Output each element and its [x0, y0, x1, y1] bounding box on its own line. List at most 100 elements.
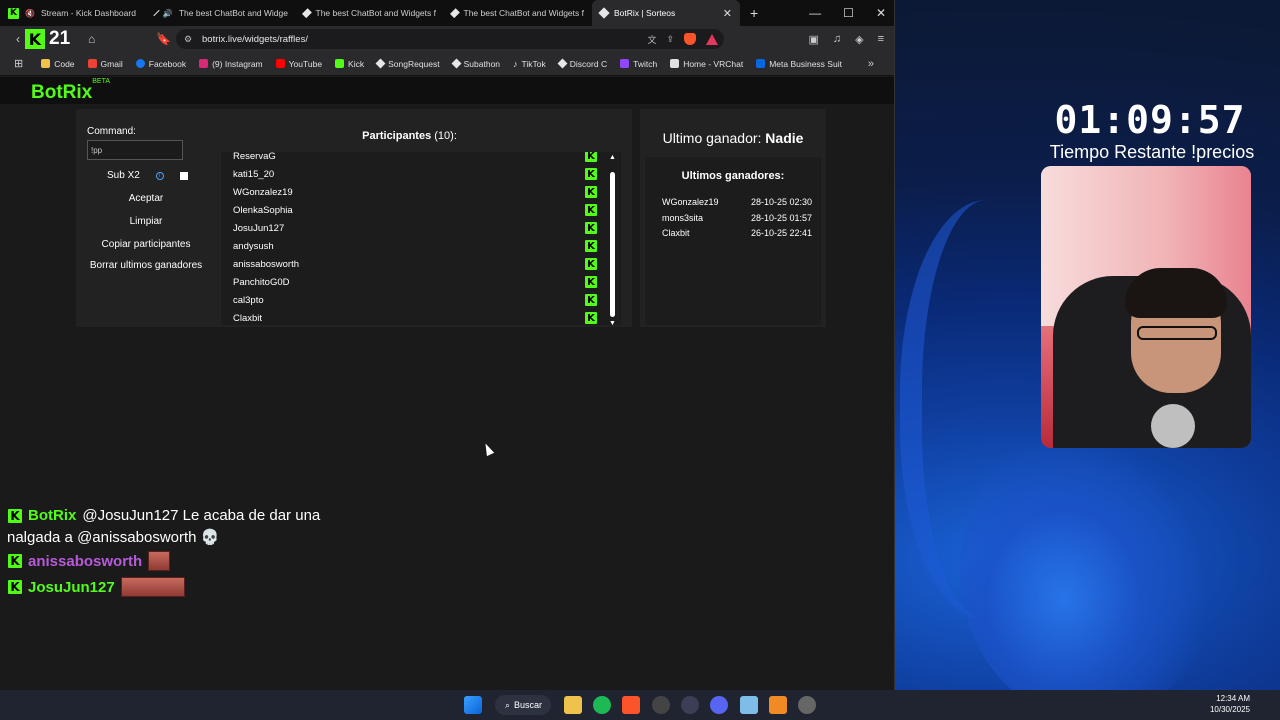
- bookmark-vrchat[interactable]: Home - VRChat: [670, 59, 743, 69]
- sidebar-icon[interactable]: ▣: [808, 33, 818, 46]
- app-icon[interactable]: [681, 696, 699, 714]
- close-window-icon[interactable]: ✕: [876, 6, 886, 20]
- brave-icon[interactable]: [622, 696, 640, 714]
- tab-label: The best ChatBot and Widgets f: [315, 8, 436, 18]
- bookmark-instagram[interactable]: (9) Instagram: [199, 59, 263, 69]
- participant-row: WGonzalez19 K: [221, 183, 621, 201]
- scroll-thumb[interactable]: [610, 172, 615, 317]
- tab-kick-dashboard[interactable]: K 🔇 Stream - Kick Dashboard: [0, 0, 148, 26]
- spotify-icon[interactable]: [593, 696, 611, 714]
- delete-winners-button[interactable]: Borrar ultimos ganadores: [87, 260, 205, 271]
- menu-icon[interactable]: ≡: [878, 33, 884, 46]
- address-bar[interactable]: ⚙ botrix.live/widgets/raffles/ 文 ⇪: [176, 29, 724, 49]
- mute-icon[interactable]: 🔇: [25, 9, 35, 18]
- tab-label: The best ChatBot and Widge: [178, 8, 288, 18]
- back-icon[interactable]: ‹: [16, 32, 20, 46]
- bookmark-icon[interactable]: 🔖: [156, 32, 171, 46]
- home-icon[interactable]: ⌂: [88, 32, 95, 46]
- bookmark-label: Subathon: [463, 58, 501, 69]
- brave-rewards-icon[interactable]: [706, 33, 718, 45]
- translate-icon[interactable]: 文: [647, 33, 656, 46]
- tab-botrix-3[interactable]: The best ChatBot and Widgets f: [444, 0, 592, 26]
- tab-botrix-2[interactable]: The best ChatBot and Widgets f: [296, 0, 444, 26]
- winner-row: Claxbit 26-10-25 22:41: [662, 228, 812, 238]
- bookmark-facebook[interactable]: Facebook: [135, 59, 186, 69]
- facebook-icon: [135, 59, 145, 68]
- vrchat-icon[interactable]: [740, 696, 758, 714]
- vpn-icon[interactable]: ◈: [855, 33, 863, 46]
- winner-row: mons3sita 28-10-25 01:57: [662, 213, 812, 223]
- bookmark-subathon[interactable]: Subathon: [451, 58, 501, 69]
- winner-date: 28-10-25 01:57: [750, 213, 812, 223]
- participants-scrollbar[interactable]: ▲ ▼: [609, 154, 616, 325]
- last-winner-label: Ultimo ganador:: [662, 130, 762, 146]
- participants-label: Participantes: [362, 130, 432, 142]
- app-icon[interactable]: [769, 696, 787, 714]
- sub-x2-checkbox[interactable]: [180, 172, 188, 180]
- more-bookmarks-icon[interactable]: »: [868, 58, 874, 70]
- scroll-up-icon[interactable]: ▲: [609, 154, 616, 161]
- close-tab-icon[interactable]: ✕: [723, 7, 732, 20]
- bookmark-code[interactable]: Code: [41, 59, 75, 69]
- taskbar-search[interactable]: ⌕ Buscar: [495, 695, 551, 715]
- new-tab-icon[interactable]: +: [750, 5, 758, 21]
- file-explorer-icon[interactable]: [564, 696, 582, 714]
- clear-button[interactable]: Limpiar: [87, 216, 205, 227]
- botrix-logo[interactable]: BotRixBETA: [31, 78, 110, 104]
- system-clock[interactable]: 12:34 AM 10/30/2025: [1210, 693, 1250, 715]
- maximize-icon[interactable]: ☐: [843, 6, 854, 20]
- bookmark-gmail[interactable]: Gmail: [87, 59, 123, 69]
- obs-icon[interactable]: [798, 696, 816, 714]
- participants-scroll: ReservaG K kati15_20 K WGonzalez19 K Olenka…: [221, 152, 621, 325]
- participant-name: JosuJun127: [233, 222, 285, 234]
- scroll-down-icon[interactable]: ▼: [609, 320, 616, 325]
- participant-name: andysush: [233, 240, 274, 252]
- accept-button[interactable]: Aceptar: [87, 193, 205, 204]
- participant-row: andysush K: [221, 237, 621, 255]
- winner-date: 28-10-25 02:30: [750, 197, 812, 207]
- tab-botrix-1[interactable]: 🔊 The best ChatBot and Widge: [148, 0, 296, 26]
- search-label: Buscar: [514, 700, 543, 710]
- steam-icon[interactable]: [652, 696, 670, 714]
- bookmark-twitch[interactable]: Twitch: [620, 59, 657, 69]
- participants-title: Participantes (10):: [76, 130, 632, 142]
- bookmark-label: YouTube: [288, 58, 323, 69]
- kick-icon: K: [8, 7, 19, 19]
- bookmark-kick[interactable]: Kick: [335, 59, 364, 69]
- site-settings-icon[interactable]: ⚙: [184, 34, 192, 45]
- chat-username: JosuJun127: [28, 578, 115, 596]
- bookmark-youtube[interactable]: YouTube: [275, 58, 323, 69]
- command-input[interactable]: [87, 140, 183, 160]
- participant-name: ReservaG: [233, 152, 276, 162]
- winner-panel: Ultimo ganador: Nadie Ultimos ganadores:…: [640, 109, 826, 327]
- apps-grid-icon[interactable]: ⊞: [14, 57, 23, 70]
- botrix-icon: [153, 9, 160, 17]
- participant-row: ReservaG K: [221, 152, 621, 165]
- brave-shield-icon[interactable]: [684, 33, 696, 45]
- bookmark-discord[interactable]: Discord C: [557, 59, 607, 69]
- raffle-panel: Command: Sub X2 i Aceptar Limpiar Copiar…: [76, 109, 632, 327]
- info-icon[interactable]: i: [155, 171, 164, 180]
- copy-participants-button[interactable]: Copiar participantes: [87, 239, 205, 250]
- discord-icon[interactable]: [710, 696, 728, 714]
- kick-icon: K: [585, 276, 597, 288]
- share-icon[interactable]: ⇪: [666, 34, 674, 45]
- minimize-icon[interactable]: —: [809, 6, 821, 20]
- bookmark-meta[interactable]: Meta Business Suit: [756, 59, 842, 69]
- youtube-icon: [275, 59, 285, 68]
- kick-icon: K: [585, 222, 597, 234]
- speaker-icon[interactable]: 🔊: [163, 9, 173, 18]
- kick-extension-badge[interactable]: K 21: [25, 28, 70, 50]
- folder-icon: [41, 59, 51, 68]
- participants-list[interactable]: ReservaG K kati15_20 K WGonzalez19 K Olenka…: [221, 152, 621, 325]
- bookmark-tiktok[interactable]: ♪ TikTok: [513, 59, 546, 69]
- start-icon[interactable]: [464, 696, 482, 714]
- last-winner: Ultimo ganador: Nadie: [640, 130, 826, 146]
- winner-date: 26-10-25 22:41: [750, 228, 812, 238]
- botrix-icon: [598, 7, 610, 19]
- bookmark-songrequest[interactable]: SongRequest: [375, 59, 440, 69]
- media-icon[interactable]: ♫: [833, 33, 841, 46]
- participant-row: PanchitoG0D K: [221, 273, 621, 291]
- brand-name: BotRix: [31, 82, 93, 103]
- tab-botrix-sorteos[interactable]: BotRix | Sorteos ✕: [592, 0, 740, 26]
